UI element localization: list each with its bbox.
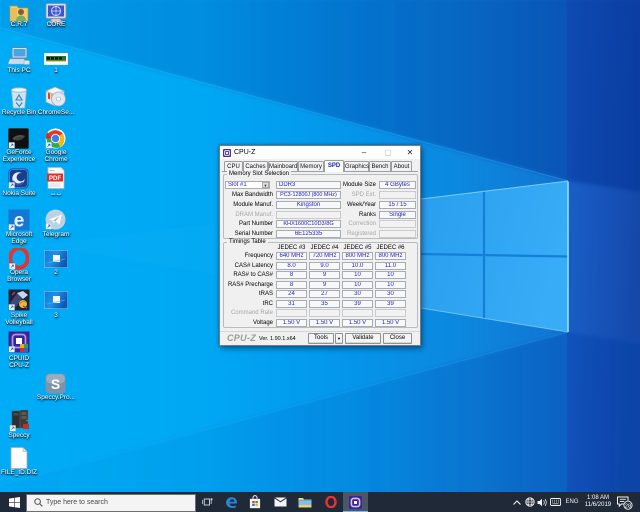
- svg-text:e: e: [14, 211, 25, 232]
- svg-text:S: S: [51, 376, 60, 392]
- svg-text:28: 28: [624, 503, 630, 509]
- svg-text:PDF: PDF: [49, 176, 61, 182]
